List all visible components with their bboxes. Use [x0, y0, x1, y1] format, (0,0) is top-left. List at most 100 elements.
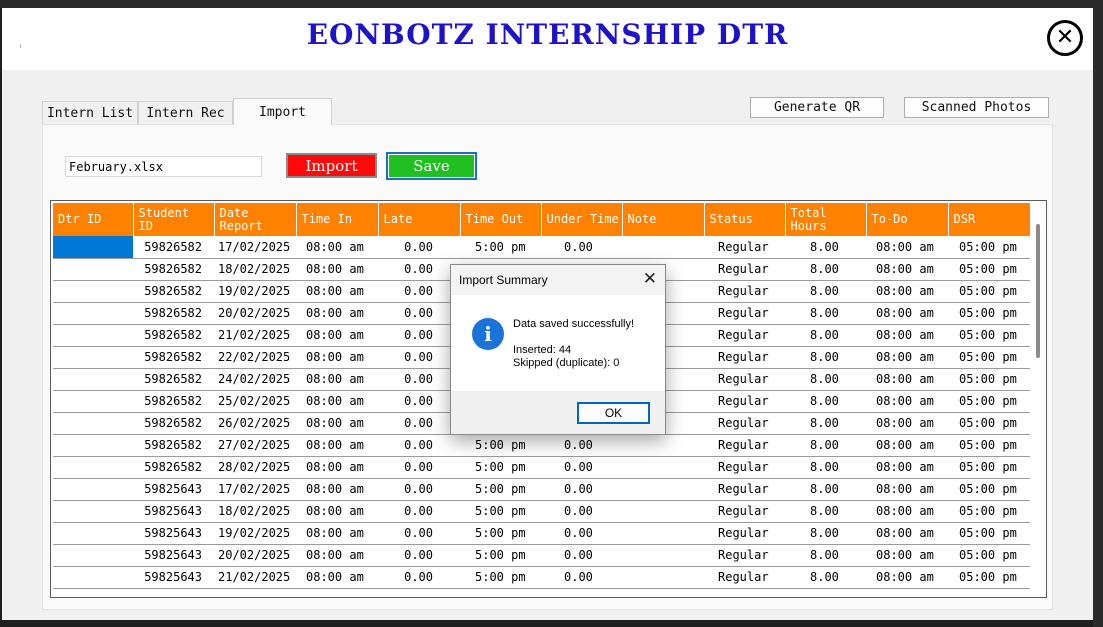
table-row[interactable]: 59825643 21/02/2025 08:00 am 0.00 5:00 pm 0.0…	[53, 566, 1030, 589]
cell-late[interactable]: 0.00	[378, 302, 460, 325]
cell-date-report[interactable]: 21/02/2025	[214, 566, 296, 589]
import-button[interactable]: Import	[286, 153, 377, 178]
cell-dsr[interactable]: 05:00 pm	[948, 302, 1030, 325]
cell-student-id[interactable]: 59826582	[133, 434, 214, 457]
col-header-late[interactable]: Late	[378, 203, 461, 236]
cell-time-in[interactable]: 08:00 am	[296, 236, 378, 259]
cell-note[interactable]	[622, 456, 704, 479]
table-row[interactable]: 59825643 17/02/2025 08:00 am 0.00 5:00 pm 0.0…	[53, 478, 1030, 501]
scanned-photos-button[interactable]: Scanned Photos	[904, 97, 1049, 118]
cell-student-id[interactable]: 59826582	[133, 346, 214, 369]
cell-date-report[interactable]: 19/02/2025	[214, 522, 296, 545]
cell-status[interactable]: Regular	[704, 302, 785, 325]
table-row[interactable]: 59826582 17/02/2025 08:00 am 0.00 5:00 pm 0.0…	[53, 236, 1030, 259]
cell-date-report[interactable]: 19/02/2025	[214, 280, 296, 303]
cell-time-out[interactable]: 5:00 pm	[460, 236, 541, 259]
cell-status[interactable]: Regular	[704, 236, 785, 259]
cell-dsr[interactable]: 05:00 pm	[948, 478, 1030, 501]
cell-student-id[interactable]: 59825643	[133, 522, 214, 545]
cell-status[interactable]: Regular	[704, 456, 785, 479]
cell-time-in[interactable]: 08:00 am	[296, 346, 378, 369]
cell-to-do[interactable]: 08:00 am	[866, 258, 948, 281]
cell-total-hours[interactable]: 8.00	[785, 346, 866, 369]
cell-total-hours[interactable]: 8.00	[785, 302, 866, 325]
cell-student-id[interactable]: 59825643	[133, 566, 214, 589]
cell-late[interactable]: 0.00	[378, 390, 460, 413]
cell-time-out[interactable]: 5:00 pm	[460, 522, 541, 545]
cell-late[interactable]: 0.00	[378, 500, 460, 523]
cell-student-id[interactable]: 59826582	[133, 368, 214, 391]
cell-to-do[interactable]: 08:00 am	[866, 368, 948, 391]
col-header-under-time[interactable]: Under Time	[541, 203, 623, 236]
cell-total-hours[interactable]: 8.00	[785, 566, 866, 589]
cell-late[interactable]: 0.00	[378, 544, 460, 567]
cell-note[interactable]	[622, 478, 704, 501]
cell-late[interactable]: 0.00	[378, 412, 460, 435]
cell-time-in[interactable]: 08:00 am	[296, 566, 378, 589]
cell-date-report[interactable]: 17/02/2025	[214, 478, 296, 501]
cell-total-hours[interactable]: 8.00	[785, 236, 866, 259]
cell-status[interactable]: Regular	[704, 478, 785, 501]
cell-student-id[interactable]: 59826582	[133, 390, 214, 413]
cell-dsr[interactable]: 05:00 pm	[948, 412, 1030, 435]
cell-dtr-id[interactable]	[53, 522, 133, 545]
cell-under-time[interactable]: 0.00	[541, 478, 622, 501]
ok-button[interactable]: OK	[577, 402, 650, 424]
cell-time-in[interactable]: 08:00 am	[296, 456, 378, 479]
cell-date-report[interactable]: 17/02/2025	[214, 236, 296, 259]
cell-status[interactable]: Regular	[704, 434, 785, 457]
cell-date-report[interactable]: 20/02/2025	[214, 302, 296, 325]
cell-total-hours[interactable]: 8.00	[785, 258, 866, 281]
cell-to-do[interactable]: 08:00 am	[866, 346, 948, 369]
cell-dtr-id[interactable]	[53, 456, 133, 479]
cell-total-hours[interactable]: 8.00	[785, 280, 866, 303]
cell-date-report[interactable]: 26/02/2025	[214, 412, 296, 435]
col-header-time-in[interactable]: Time In	[296, 203, 379, 236]
cell-to-do[interactable]: 08:00 am	[866, 478, 948, 501]
cell-status[interactable]: Regular	[704, 566, 785, 589]
cell-total-hours[interactable]: 8.00	[785, 434, 866, 457]
cell-under-time[interactable]: 0.00	[541, 500, 622, 523]
cell-date-report[interactable]: 22/02/2025	[214, 346, 296, 369]
cell-dsr[interactable]: 05:00 pm	[948, 324, 1030, 347]
cell-to-do[interactable]: 08:00 am	[866, 434, 948, 457]
cell-status[interactable]: Regular	[704, 544, 785, 567]
cell-dsr[interactable]: 05:00 pm	[948, 368, 1030, 391]
cell-total-hours[interactable]: 8.00	[785, 500, 866, 523]
cell-date-report[interactable]: 21/02/2025	[214, 324, 296, 347]
cell-total-hours[interactable]: 8.00	[785, 368, 866, 391]
cell-under-time[interactable]: 0.00	[541, 566, 622, 589]
cell-date-report[interactable]: 28/02/2025	[214, 456, 296, 479]
cell-status[interactable]: Regular	[704, 522, 785, 545]
cell-time-out[interactable]: 5:00 pm	[460, 544, 541, 567]
cell-time-out[interactable]: 5:00 pm	[460, 434, 541, 457]
cell-time-in[interactable]: 08:00 am	[296, 412, 378, 435]
cell-to-do[interactable]: 08:00 am	[866, 544, 948, 567]
cell-late[interactable]: 0.00	[378, 434, 460, 457]
cell-late[interactable]: 0.00	[378, 566, 460, 589]
cell-dsr[interactable]: 05:00 pm	[948, 544, 1030, 567]
cell-dtr-id[interactable]	[53, 346, 133, 369]
cell-to-do[interactable]: 08:00 am	[866, 566, 948, 589]
table-row[interactable]: 59825643 18/02/2025 08:00 am 0.00 5:00 pm 0.0…	[53, 500, 1030, 523]
generate-qr-button[interactable]: Generate QR	[750, 97, 884, 118]
save-button[interactable]: Save	[386, 152, 477, 180]
cell-note[interactable]	[622, 544, 704, 567]
cell-dtr-id[interactable]	[53, 324, 133, 347]
col-header-status[interactable]: Status	[704, 203, 786, 236]
cell-late[interactable]: 0.00	[378, 324, 460, 347]
cell-time-in[interactable]: 08:00 am	[296, 368, 378, 391]
cell-dsr[interactable]: 05:00 pm	[948, 390, 1030, 413]
cell-to-do[interactable]: 08:00 am	[866, 456, 948, 479]
cell-dtr-id[interactable]	[53, 390, 133, 413]
cell-time-out[interactable]: 5:00 pm	[460, 456, 541, 479]
cell-dtr-id[interactable]	[53, 412, 133, 435]
tab-intern-rec[interactable]: Intern Rec	[138, 101, 233, 124]
cell-note[interactable]	[622, 434, 704, 457]
cell-dsr[interactable]: 05:00 pm	[948, 456, 1030, 479]
table-row[interactable]: 59825643 19/02/2025 08:00 am 0.00 5:00 pm 0.0…	[53, 522, 1030, 545]
cell-dtr-id[interactable]	[53, 544, 133, 567]
cell-date-report[interactable]: 27/02/2025	[214, 434, 296, 457]
cell-dsr[interactable]: 05:00 pm	[948, 434, 1030, 457]
col-header-to-do[interactable]: To-Do	[866, 203, 949, 236]
